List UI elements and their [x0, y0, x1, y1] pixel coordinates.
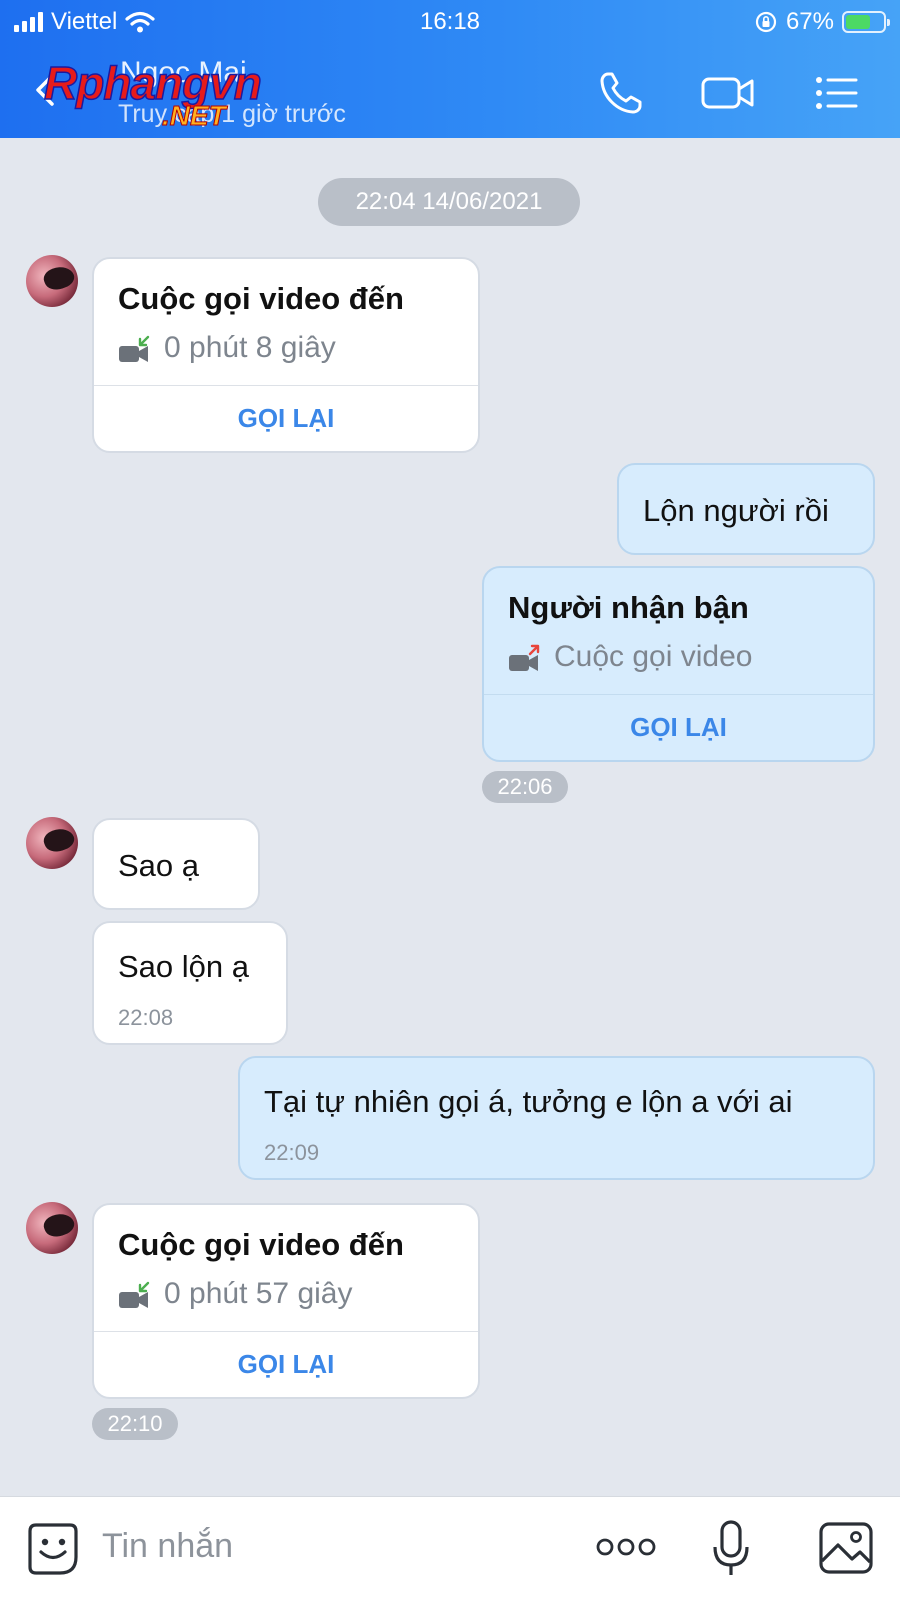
- watermark-logo: Rphangvn .NET: [43, 56, 324, 136]
- watermark-suffix: .NET: [162, 100, 227, 132]
- nav-bar: Ngoc Mai Truy cập 1 giờ trước Rphangvn .…: [0, 50, 900, 138]
- message-text: Sao ạ: [118, 848, 200, 883]
- received-message-bubble: Sao lộn ạ 22:08: [92, 921, 288, 1045]
- status-bar: Viettel 16:18 67%: [0, 0, 900, 44]
- sent-message-bubble: Tại tự nhiên gọi á, tưởng e lộn a với ai…: [238, 1056, 875, 1180]
- microphone-icon[interactable]: [712, 1519, 750, 1579]
- call-back-button[interactable]: GỌI LẠI: [94, 1349, 478, 1380]
- call-detail: Cuộc gọi video: [554, 640, 753, 673]
- watermark-brand: Rphangvn: [43, 56, 262, 110]
- incoming-video-call-icon: [119, 1281, 150, 1308]
- phone-icon[interactable]: [596, 68, 646, 118]
- video-call-icon[interactable]: [700, 68, 756, 118]
- call-title: Người nhận bận: [508, 590, 749, 625]
- battery-percent: 67%: [785, 8, 834, 35]
- incoming-video-call-icon: [119, 335, 150, 362]
- received-message-bubble: Sao ạ: [92, 818, 260, 910]
- image-gallery-icon[interactable]: [818, 1521, 874, 1575]
- message-text: Sao lộn ạ: [118, 949, 249, 984]
- emoji-sticker-icon[interactable]: [26, 1521, 80, 1577]
- message-time: 22:09: [264, 1140, 320, 1165]
- message-time: 22:10: [92, 1408, 178, 1440]
- message-text: Tại tự nhiên gọi á, tưởng e lộn a với ai: [264, 1084, 793, 1119]
- date-separator: 22:04 14/06/2021: [318, 178, 580, 226]
- avatar[interactable]: [26, 817, 78, 869]
- call-back-button[interactable]: GỌI LẠI: [94, 403, 478, 434]
- call-title: Cuộc gọi video đến: [118, 1227, 404, 1262]
- outgoing-video-call-icon: [509, 644, 540, 671]
- avatar[interactable]: [26, 255, 78, 307]
- avatar[interactable]: [26, 1202, 78, 1254]
- call-duration: 0 phút 8 giây: [164, 331, 336, 364]
- incoming-call-bubble: Cuộc gọi video đến 0 phút 57 giây GỌI LẠ…: [92, 1203, 480, 1399]
- menu-list-icon[interactable]: [812, 68, 862, 118]
- message-input[interactable]: Tin nhắn: [102, 1527, 233, 1566]
- battery-fill: [846, 15, 870, 29]
- message-text: Lộn người rồi: [643, 493, 829, 528]
- chat-header: Viettel 16:18 67% Ngoc Mai Truy cập 1 gi…: [0, 0, 900, 138]
- sent-message-bubble: Lộn người rồi: [617, 463, 875, 555]
- call-back-button[interactable]: GỌI LẠI: [484, 712, 873, 743]
- outgoing-call-bubble: Người nhận bận Cuộc gọi video GỌI LẠI: [482, 566, 875, 762]
- more-options-icon[interactable]: [596, 1535, 656, 1559]
- call-title: Cuộc gọi video đến: [118, 281, 404, 316]
- message-time: 22:08: [118, 1005, 174, 1030]
- incoming-call-bubble: Cuộc gọi video đến 0 phút 8 giây GỌI LẠI: [92, 257, 480, 453]
- message-composer: Tin nhắn: [0, 1496, 900, 1600]
- rotation-lock-icon: [755, 11, 777, 33]
- call-duration: 0 phút 57 giây: [164, 1277, 353, 1310]
- battery-icon: [842, 11, 890, 33]
- message-time: 22:06: [482, 771, 568, 803]
